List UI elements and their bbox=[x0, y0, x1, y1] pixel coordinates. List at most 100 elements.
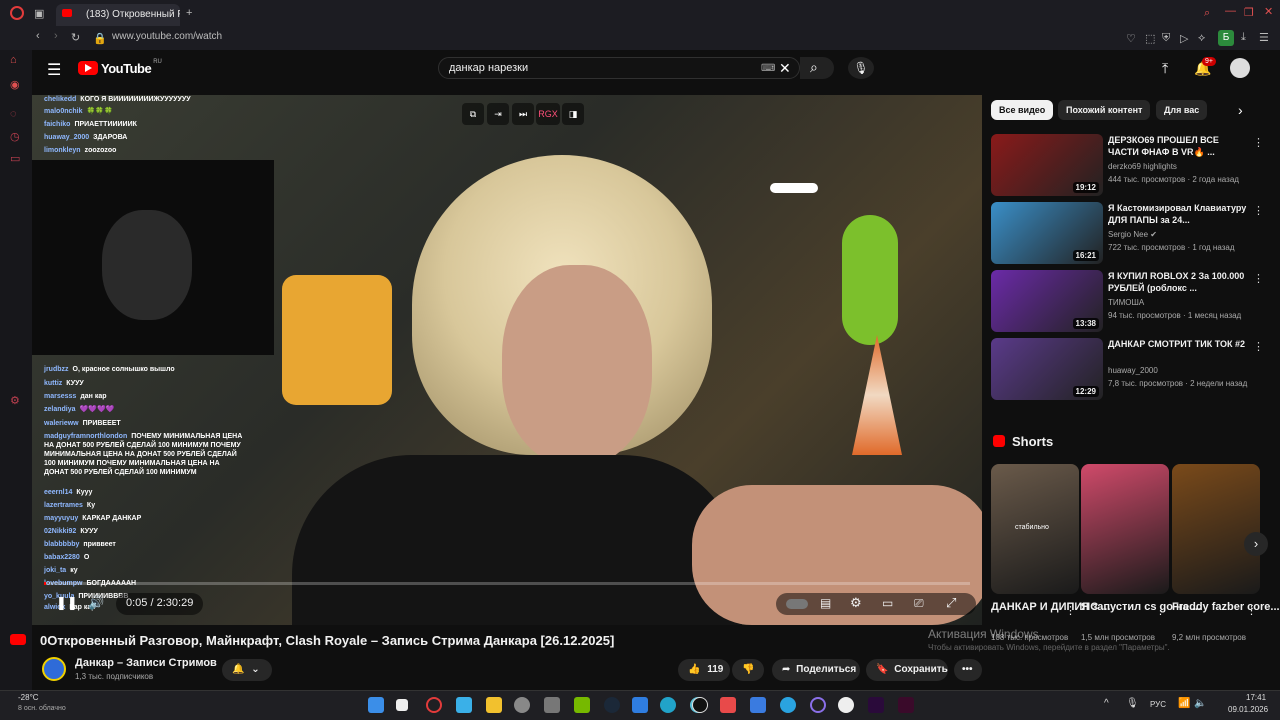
settings-taskbar-icon[interactable] bbox=[514, 697, 530, 713]
more-vert-icon[interactable]: ⋮ bbox=[1253, 340, 1264, 353]
clock-time[interactable]: 17:41 bbox=[1246, 693, 1266, 702]
recommendation-channel[interactable]: ТИМОША bbox=[1108, 298, 1144, 307]
miniplayer-button[interactable]: ⧉ bbox=[462, 103, 484, 125]
mail-icon[interactable] bbox=[750, 697, 766, 713]
upload-icon[interactable]: ⤒ bbox=[1162, 60, 1168, 77]
more-vert-icon[interactable]: ⋮ bbox=[1065, 604, 1076, 617]
recommendation-channel[interactable]: Sergio Nee ✔ bbox=[1108, 230, 1157, 239]
obs-icon[interactable] bbox=[810, 697, 826, 713]
history-icon[interactable]: ◷ bbox=[10, 130, 20, 143]
download-icon[interactable]: ⤓ bbox=[1241, 31, 1246, 44]
menu-icon[interactable]: ☰ bbox=[1259, 31, 1269, 44]
settings-icon[interactable]: ⚙ bbox=[10, 394, 20, 407]
more-vert-icon[interactable]: ⋮ bbox=[1253, 272, 1264, 285]
clock-date[interactable]: 09.01.2026 bbox=[1228, 705, 1268, 714]
recommendation-thumbnail[interactable]: 12:29 bbox=[991, 338, 1103, 400]
subtitles-icon[interactable]: ▤ bbox=[820, 596, 831, 610]
recommendation-title[interactable]: ДЕРЗКО69 ПРОШЕЛ ВСЕ ЧАСТИ ФНАФ В VR🔥 ... bbox=[1108, 134, 1248, 158]
recommendation-title[interactable]: Я Кастомизировал Клавиатуру ДЛЯ ПАПЫ за … bbox=[1108, 202, 1248, 226]
progress-bar[interactable] bbox=[44, 582, 970, 585]
home-icon[interactable]: ⌂ bbox=[10, 54, 17, 66]
steam-icon[interactable] bbox=[604, 697, 620, 713]
wallet-icon[interactable]: ▭ bbox=[10, 152, 20, 165]
snapshot-button[interactable]: ◨ bbox=[562, 103, 584, 125]
keyboard-icon[interactable]: ⌨ bbox=[761, 63, 775, 74]
cast-icon[interactable]: ⎚ bbox=[914, 596, 924, 611]
nvidia-icon[interactable] bbox=[574, 697, 590, 713]
rgx-button[interactable]: RGX bbox=[536, 103, 560, 125]
back-icon[interactable]: ‹ bbox=[36, 30, 40, 42]
wifi-icon[interactable]: 📶 bbox=[1178, 698, 1190, 709]
minimize-icon[interactable]: — bbox=[1225, 5, 1236, 17]
reload-icon[interactable]: ↻ bbox=[71, 31, 80, 44]
play-app-icon[interactable] bbox=[692, 697, 708, 713]
telegram-icon[interactable] bbox=[780, 697, 796, 713]
chip-for-you[interactable]: Для вас bbox=[1156, 100, 1208, 120]
task-view-icon[interactable] bbox=[396, 699, 408, 711]
tab-manager-icon[interactable]: ▣ bbox=[34, 7, 44, 20]
premiere-icon[interactable] bbox=[868, 697, 884, 713]
volume-icon[interactable]: 🔊 bbox=[88, 595, 104, 611]
dislike-button[interactable]: 👎 bbox=[732, 659, 764, 681]
recommendation-item[interactable]: 16:21 Я Кастомизировал Клавиатуру ДЛЯ ПАП… bbox=[991, 202, 1264, 266]
short-title[interactable]: Freddy fazber core... bbox=[1172, 601, 1280, 613]
chip-all[interactable]: Все видео bbox=[991, 100, 1054, 120]
shorts-next-button[interactable]: › bbox=[1244, 532, 1268, 556]
pip-button[interactable]: ⇥ bbox=[487, 103, 509, 125]
recommendation-thumbnail[interactable]: 13:38 bbox=[991, 270, 1103, 332]
short-thumbnail[interactable]: стабильно bbox=[991, 464, 1079, 594]
store-icon[interactable] bbox=[720, 697, 736, 713]
more-vert-icon[interactable]: ⋮ bbox=[1253, 136, 1264, 149]
chips-next-icon[interactable]: › bbox=[1238, 102, 1243, 118]
more-actions-button[interactable]: ••• bbox=[954, 659, 982, 681]
vpn-icon[interactable]: ⟡ bbox=[1198, 32, 1205, 45]
tray-chevron-icon[interactable]: ^ bbox=[1104, 698, 1109, 709]
more-vert-icon[interactable]: ⋮ bbox=[1246, 604, 1257, 617]
file-explorer-icon[interactable] bbox=[486, 697, 502, 713]
recommendation-item[interactable]: 19:12 ДЕРЗКО69 ПРОШЕЛ ВСЕ ЧАСТИ ФНАФ В VR… bbox=[991, 134, 1264, 198]
todo-icon[interactable] bbox=[632, 697, 648, 713]
clear-search-icon[interactable]: ✕ bbox=[779, 60, 791, 77]
search-button[interactable]: ⌕ bbox=[800, 57, 834, 79]
player-icon[interactable]: ▷ bbox=[1180, 32, 1188, 45]
start-menu-icon[interactable] bbox=[368, 697, 384, 713]
pause-button[interactable]: ❚❚ bbox=[56, 595, 78, 611]
voice-search-button[interactable]: 🎙 bbox=[848, 57, 874, 79]
search-input[interactable]: данкар нарезки ⌨ ✕ bbox=[438, 57, 800, 79]
app-taskbar-icon[interactable] bbox=[456, 697, 472, 713]
weather-temp[interactable]: -28°C bbox=[18, 693, 39, 702]
channel-avatar[interactable] bbox=[42, 657, 66, 681]
recommendation-channel[interactable]: derzko69 highlights bbox=[1108, 162, 1177, 171]
theater-mode-icon[interactable]: ▭ bbox=[882, 596, 893, 610]
chip-related[interactable]: Похожий контент bbox=[1058, 100, 1151, 120]
fullscreen-icon[interactable]: ⤢ bbox=[946, 595, 956, 611]
recommendation-title[interactable]: ДАНКАР СМОТРИТ ТИК ТОК #2 bbox=[1108, 338, 1248, 350]
autoplay-toggle[interactable] bbox=[786, 599, 808, 609]
url-field[interactable]: www.youtube.com/watch bbox=[112, 31, 222, 42]
tab-youtube[interactable]: (183) Откровенный Ра bbox=[56, 4, 180, 26]
recommendation-thumbnail[interactable]: 19:12 bbox=[991, 134, 1103, 196]
short-thumbnail[interactable] bbox=[1172, 464, 1260, 594]
profile-avatar[interactable]: Б bbox=[1218, 30, 1234, 46]
github-icon[interactable] bbox=[838, 697, 854, 713]
recommendation-item[interactable]: 12:29 ДАНКАР СМОТРИТ ТИК ТОК #2 huaway_200… bbox=[991, 338, 1264, 402]
tray-mic-icon[interactable]: 🎙 bbox=[1126, 698, 1139, 709]
camera-icon[interactable] bbox=[544, 697, 560, 713]
more-vert-icon[interactable]: ⋮ bbox=[1253, 204, 1264, 217]
channel-name[interactable]: Данкар – Записи Стримов bbox=[75, 657, 217, 669]
gaming-icon[interactable]: ◉ bbox=[10, 78, 20, 91]
edge-icon[interactable] bbox=[660, 697, 676, 713]
youtube-logo[interactable]: YouTube RU bbox=[78, 59, 162, 76]
opera-taskbar-icon[interactable] bbox=[426, 697, 442, 713]
recommendation-item[interactable]: 13:38 Я КУПИЛ ROBLOX 2 За 100.000 РУБЛЕЙ … bbox=[991, 270, 1264, 334]
shield-icon[interactable]: ⛨ bbox=[1162, 32, 1170, 45]
editor-icon[interactable] bbox=[898, 697, 914, 713]
opera-logo-icon[interactable] bbox=[10, 6, 24, 20]
next-button[interactable]: ⏭ bbox=[512, 103, 534, 125]
extensions-icon[interactable]: ⬚ bbox=[1145, 32, 1155, 45]
hamburger-icon[interactable]: ☰ bbox=[47, 60, 61, 80]
bookmark-icon[interactable]: ♡ bbox=[1126, 32, 1136, 45]
video-player[interactable]: ⧉ ⇥ ⏭ RGX ◨ chelikedd КОГО Я ВИИИИИИИИЖУУ… bbox=[32, 95, 982, 625]
language-indicator[interactable]: РУС bbox=[1150, 700, 1166, 709]
messenger-icon[interactable]: ◌ bbox=[10, 108, 17, 120]
